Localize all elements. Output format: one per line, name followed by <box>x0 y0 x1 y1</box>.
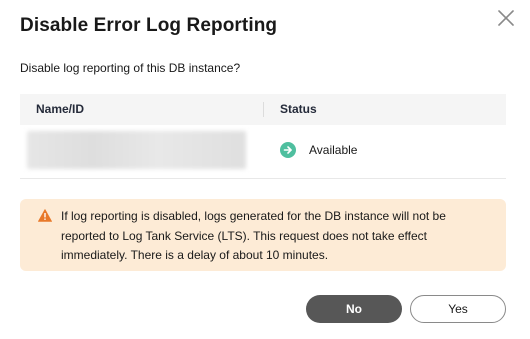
table-header: Name/ID Status <box>20 94 506 125</box>
confirmation-question: Disable log reporting of this DB instanc… <box>20 61 241 75</box>
arrow-right-circle-icon <box>280 142 296 158</box>
redacted-instance-name <box>27 131 246 169</box>
warning-triangle-icon <box>38 209 52 222</box>
close-icon[interactable] <box>496 8 516 28</box>
column-header-name-id: Name/ID <box>36 102 85 116</box>
column-header-status: Status <box>280 102 317 116</box>
disable-log-dialog: Disable Error Log Reporting Disable log … <box>0 0 530 339</box>
table-row: Available <box>20 125 506 179</box>
no-button[interactable]: No <box>306 295 402 323</box>
warning-alert: If log reporting is disabled, logs gener… <box>20 199 506 271</box>
status-text: Available <box>309 143 358 157</box>
dialog-title: Disable Error Log Reporting <box>20 15 278 36</box>
instance-table: Name/ID Status Available <box>20 94 506 179</box>
status-cell: Available <box>280 142 357 158</box>
yes-button[interactable]: Yes <box>410 295 506 323</box>
warning-text: If log reporting is disabled, logs gener… <box>61 209 446 262</box>
column-divider <box>263 102 264 117</box>
